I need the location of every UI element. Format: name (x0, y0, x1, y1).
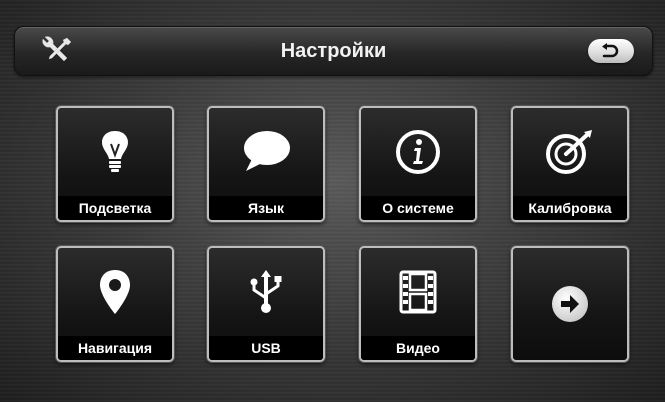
tile-about-system[interactable]: О системе (359, 106, 477, 222)
usb-icon (209, 262, 323, 322)
map-pin-icon (58, 262, 172, 322)
header-bar: Настройки (14, 26, 653, 76)
next-arrow-icon (513, 274, 627, 334)
tile-label: Язык (209, 196, 323, 220)
tile-calibration[interactable]: Калибровка (511, 106, 629, 222)
calibration-target-icon (513, 122, 627, 182)
tile-language[interactable]: Язык (207, 106, 325, 222)
info-icon (361, 122, 475, 182)
film-strip-icon (361, 262, 475, 322)
speech-bubble-icon (209, 122, 323, 182)
back-arrow-icon (602, 43, 619, 58)
tile-video[interactable]: Видео (359, 246, 477, 362)
tile-label: USB (209, 336, 323, 360)
tile-label: Калибровка (513, 196, 627, 220)
settings-screen: Настройки Подсветка Язык О системе Калиб… (0, 0, 665, 402)
page-title: Настройки (280, 40, 387, 62)
tile-backlight[interactable]: Подсветка (56, 106, 174, 222)
tile-label: Навигация (58, 336, 172, 360)
tile-label: Видео (361, 336, 475, 360)
tile-next-page[interactable] (511, 246, 629, 362)
tile-navigation[interactable]: Навигация (56, 246, 174, 362)
lightbulb-icon (58, 122, 172, 182)
tile-usb[interactable]: USB (207, 246, 325, 362)
tile-label: О системе (361, 196, 475, 220)
tile-label: Подсветка (58, 196, 172, 220)
back-button[interactable] (588, 39, 634, 63)
